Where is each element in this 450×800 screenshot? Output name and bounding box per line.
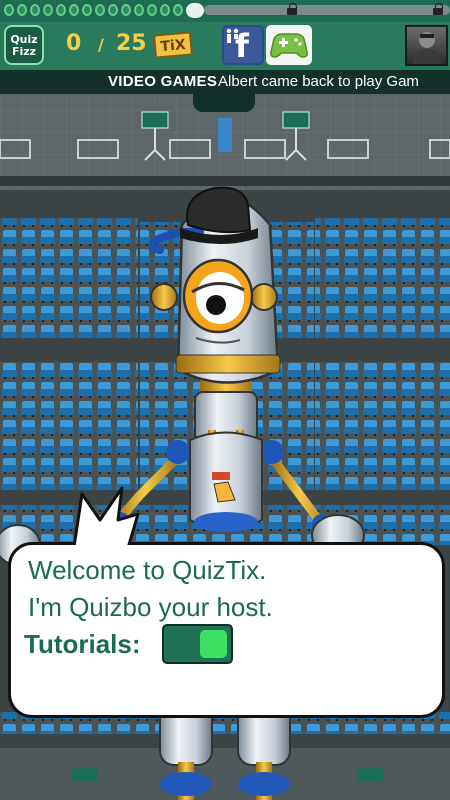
- google-play-games-button[interactable]: [266, 25, 312, 65]
- tutorials-label: Tutorials:: [24, 629, 141, 659]
- progress-dot: [30, 4, 40, 16]
- welcome-message-line1: Welcome to QuizTix.: [28, 555, 267, 585]
- tutorials-toggle[interactable]: [162, 624, 233, 664]
- player-avatar[interactable]: [405, 25, 448, 66]
- progress-track: [204, 5, 450, 15]
- quizfizz-logo[interactable]: Quiz Fizz: [4, 25, 44, 65]
- progress-dot: [4, 4, 14, 16]
- tix-total: 25: [116, 31, 147, 56]
- lock-icon: [433, 3, 443, 15]
- progress-dot: [160, 4, 170, 16]
- progress-dot: [43, 4, 53, 16]
- progress-dot: [82, 4, 92, 16]
- lock-icon: [287, 3, 297, 15]
- header-bar: Quiz Fizz 0 / 25 TiX f: [0, 22, 450, 70]
- facebook-button[interactable]: f: [222, 25, 264, 65]
- progress-dot: [69, 4, 79, 16]
- welcome-message-line2: I'm Quizbo your host.: [28, 592, 273, 622]
- avatar-image: [412, 32, 441, 64]
- logo-text-bottom: Fizz: [11, 45, 37, 58]
- news-text: Albert came back to play Gam: [218, 73, 419, 90]
- tix-badge: TiX: [153, 31, 193, 59]
- level-progress-bar: [0, 0, 450, 24]
- progress-dot: [134, 4, 144, 16]
- progress-dot: [121, 4, 131, 16]
- google-play-games-icon: [270, 33, 308, 58]
- tix-slash: /: [98, 35, 104, 54]
- progress-dot: [173, 4, 183, 16]
- toggle-knob[interactable]: [200, 630, 227, 658]
- progress-dot: [108, 4, 118, 16]
- ticker-notch: [193, 94, 255, 112]
- facebook-icon: f: [235, 27, 249, 65]
- news-category: VIDEO GAMES: [108, 73, 218, 90]
- progress-dot: [95, 4, 105, 16]
- progress-fill-end: [186, 3, 204, 18]
- tix-count: 0: [66, 31, 82, 56]
- progress-dot: [147, 4, 157, 16]
- progress-dot: [17, 4, 27, 16]
- news-ticker: VIDEO GAMES Albert came back to play Gam: [0, 70, 450, 94]
- progress-dot: [56, 4, 66, 16]
